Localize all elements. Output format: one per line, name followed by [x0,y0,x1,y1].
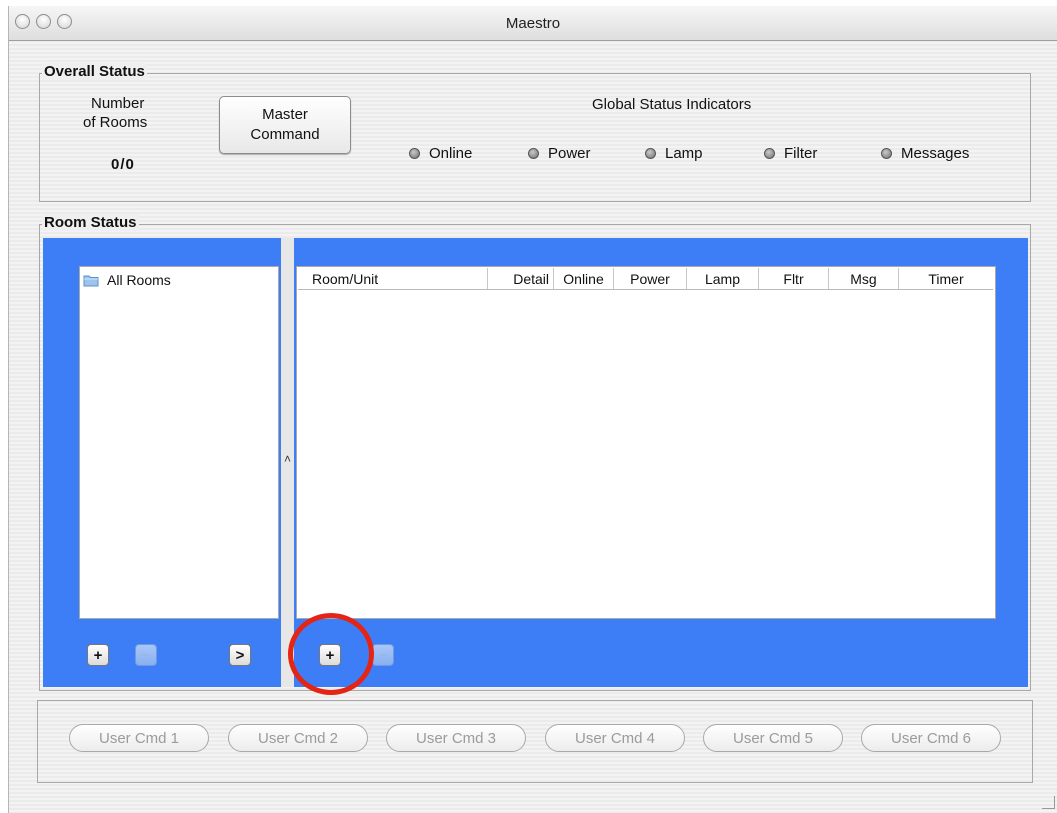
col-fltr[interactable]: Fltr [759,268,829,289]
user-cmd-4-button[interactable]: User Cmd 4 [545,724,685,752]
collapse-up-icon[interactable]: ˄ [284,452,291,466]
room-table-header: Room/Unit Detail Online Power Lamp Fltr … [298,268,993,290]
status-light-icon [528,148,539,159]
master-command-line2: Command [250,126,320,143]
rooms-label-line2: of Rooms [83,114,148,131]
user-cmd-3-button[interactable]: User Cmd 3 [386,724,526,752]
user-cmd-5-button[interactable]: User Cmd 5 [703,724,843,752]
minus-icon: − [141,646,151,664]
tree-item-all-rooms[interactable]: All Rooms [83,272,171,288]
col-lamp[interactable]: Lamp [687,268,759,289]
indicator-filter: Filter [764,145,817,162]
indicator-label: Messages [901,145,970,162]
col-timer[interactable]: Timer [899,268,993,289]
window-title: Maestro [505,15,561,32]
remove-unit-button[interactable]: − [372,644,394,666]
resize-grip-icon[interactable] [1042,796,1055,809]
col-msg[interactable]: Msg [829,268,899,289]
indicator-lamp: Lamp [645,145,703,162]
status-light-icon [645,148,656,159]
status-light-icon [881,148,892,159]
col-online[interactable]: Online [554,268,614,289]
indicator-messages: Messages [881,145,969,162]
remove-room-button[interactable]: − [135,644,157,666]
master-command-line1: Master [262,106,308,123]
plus-icon: + [93,646,103,664]
global-status-label: Global Status Indicators [592,96,752,113]
indicator-label: Filter [784,145,818,162]
folder-icon [83,275,99,286]
room-table[interactable] [296,266,996,619]
highlight-circle [288,613,374,695]
next-button[interactable]: > [229,644,251,666]
user-cmd-1-button[interactable]: User Cmd 1 [69,724,209,752]
status-light-icon [409,148,420,159]
overall-status-group [39,73,1031,202]
col-power[interactable]: Power [614,268,687,289]
master-command-button[interactable]: Master Command [219,96,351,154]
user-cmd-6-button[interactable]: User Cmd 6 [861,724,1001,752]
room-tree[interactable] [79,266,279,619]
chevron-right-icon: > [235,646,245,664]
rooms-label-line1: Number [91,95,145,112]
room-status-label: Room Status [42,214,139,231]
tree-item-label: All Rooms [107,272,171,288]
indicator-label: Lamp [665,145,703,162]
indicator-label: Power [548,145,591,162]
rooms-count: 0/0 [111,156,135,173]
minus-icon: − [378,646,388,664]
add-room-button[interactable]: + [87,644,109,666]
col-detail[interactable]: Detail [488,268,554,289]
indicator-online: Online [409,145,472,162]
overall-status-label: Overall Status [42,63,147,80]
user-cmd-2-button[interactable]: User Cmd 2 [228,724,368,752]
title-bar: Maestro [9,6,1057,41]
indicator-label: Online [429,145,473,162]
indicator-power: Power [528,145,591,162]
status-light-icon [764,148,775,159]
col-room-unit[interactable]: Room/Unit [298,268,488,289]
